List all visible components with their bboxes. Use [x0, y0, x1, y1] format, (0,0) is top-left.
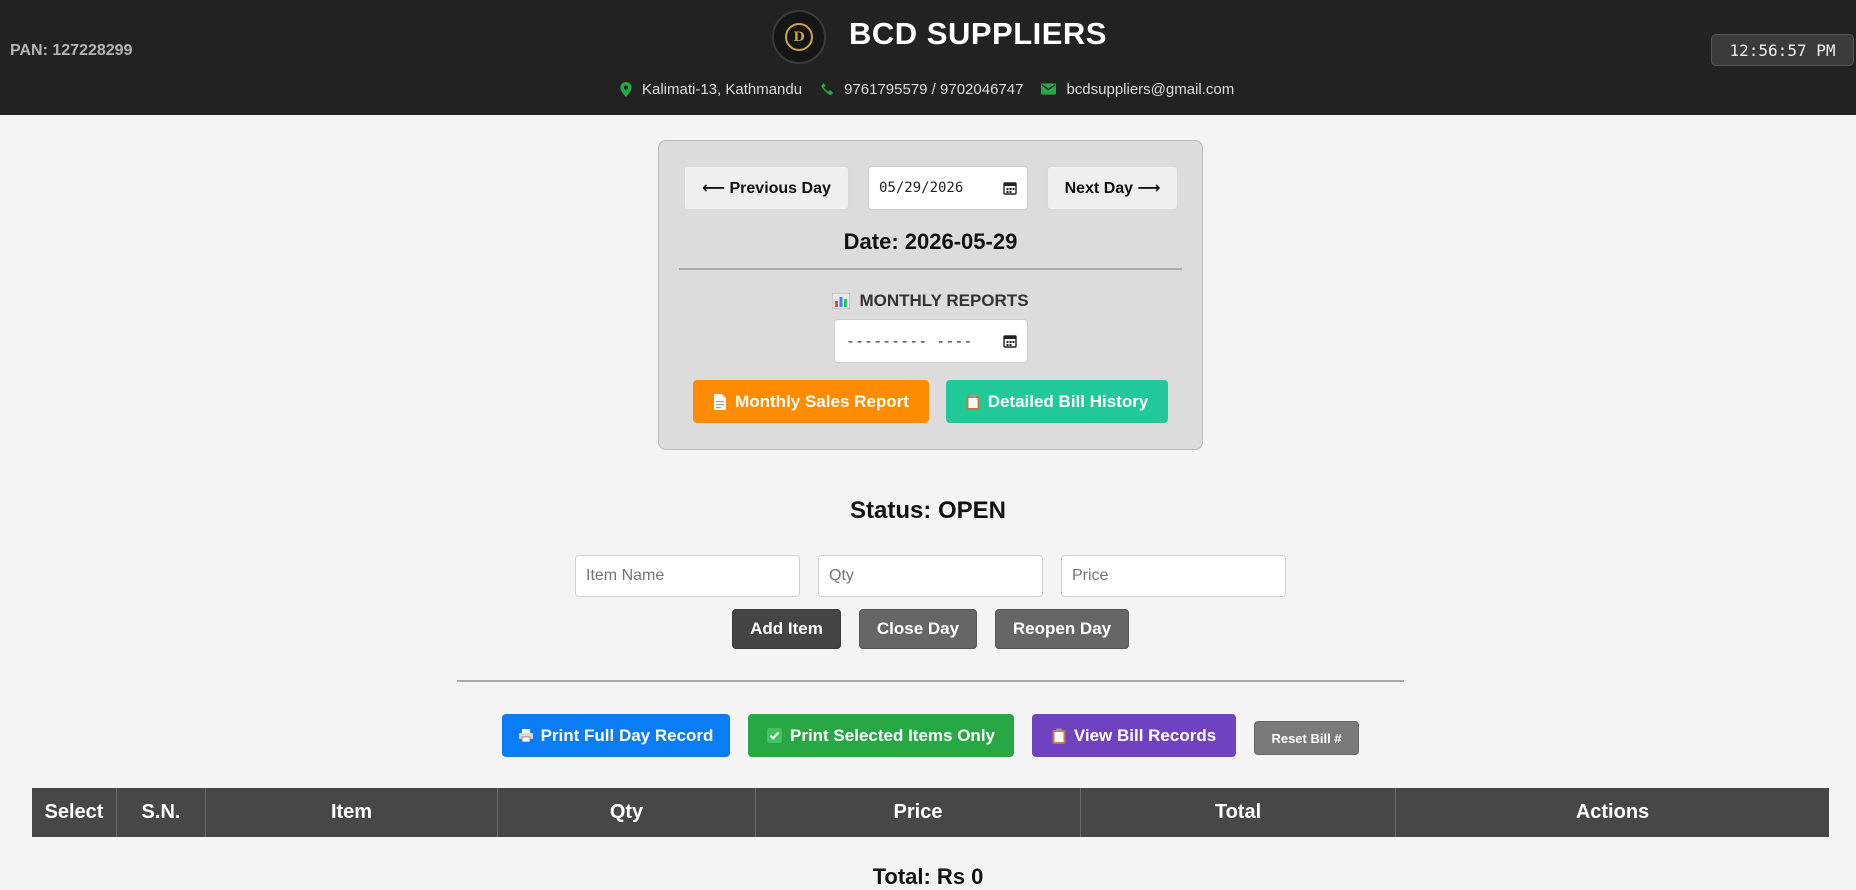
pan-number: PAN: 127228299 [10, 42, 133, 59]
qty-input[interactable]: Qty [818, 555, 1043, 597]
document-icon [714, 393, 727, 410]
column-header-select: Select [32, 788, 117, 837]
print-selected-label: Print Selected Items Only [789, 725, 995, 745]
column-header-sn: S.N. [117, 788, 206, 837]
grand-total: Total: Rs 0 [872, 864, 984, 889]
phone: 9761795579 / 9702046747 [820, 81, 1023, 98]
envelope-icon [1041, 83, 1057, 95]
section-divider [457, 680, 1404, 682]
current-date-heading: Date: 2026-05-29 [843, 229, 1018, 254]
clipboard-icon [1052, 728, 1066, 744]
contact-info: Kalimati-13, Kathmandu 9761795579 / 9702… [620, 79, 1252, 99]
company-name: BCD SUPPLIERS [849, 16, 1107, 51]
previous-day-button[interactable]: ⟵ Previous Day [684, 166, 849, 210]
print-full-day-button[interactable]: Print Full Day Record [502, 714, 730, 757]
item-name-input[interactable]: Item Name [575, 555, 800, 597]
address: Kalimati-13, Kathmandu [620, 81, 802, 98]
column-header-qty: Qty [498, 788, 756, 837]
address-text: Kalimati-13, Kathmandu [642, 80, 803, 98]
view-bill-records-button[interactable]: View Bill Records [1032, 714, 1236, 757]
printer-icon [518, 729, 533, 742]
date-picker-value: 05/29/2026 [879, 180, 964, 196]
monthly-sales-report-button[interactable]: Monthly Sales Report [693, 380, 929, 423]
date-picker-input[interactable]: 05/29/2026 [868, 166, 1028, 210]
month-picker-input[interactable]: --------- ---- [834, 319, 1028, 363]
bar-chart-icon [832, 293, 851, 309]
card-divider [679, 268, 1182, 270]
column-header-item: Item [206, 788, 498, 837]
live-clock: 12:56:57 PM [1711, 34, 1854, 66]
day-status: Status: OPEN [849, 497, 1007, 524]
add-item-button[interactable]: Add Item [732, 609, 841, 649]
month-picker-value: --------- ---- [846, 332, 973, 350]
app-header: PAN: 127228299 D BCD SUPPLIERS Kalimati-… [0, 0, 1856, 115]
phone-text: 9761795579 / 9702046747 [844, 80, 1024, 98]
date-control-card: ⟵ Previous Day 05/29/2026 Next Day ⟶ Dat… [658, 140, 1203, 450]
phone-icon [821, 83, 833, 96]
checkmark-icon [766, 728, 782, 743]
bill-history-label: Detailed Bill History [987, 391, 1149, 411]
company-logo: D [772, 10, 826, 64]
monthly-sales-label: Monthly Sales Report [735, 391, 909, 411]
view-bills-label: View Bill Records [1073, 725, 1217, 745]
location-pin-icon [620, 81, 632, 97]
logo-mark: D [785, 23, 813, 51]
column-header-actions: Actions [1575, 801, 1650, 823]
column-header-price: Price [756, 788, 1081, 837]
calendar-icon[interactable] [1003, 334, 1017, 348]
print-selected-button[interactable]: Print Selected Items Only [748, 714, 1014, 757]
email-text: bcdsuppliers@gmail.com [1066, 80, 1235, 98]
price-input[interactable]: Price [1061, 555, 1286, 597]
monthly-reports-heading: MONTHLY REPORTS [659, 291, 1202, 311]
column-header-total: Total [1081, 788, 1396, 837]
reopen-day-button[interactable]: Reopen Day [995, 609, 1129, 649]
email: bcdsuppliers@gmail.com [1041, 81, 1234, 98]
detailed-bill-history-button[interactable]: Detailed Bill History [946, 380, 1168, 423]
monthly-reports-title: MONTHLY REPORTS [859, 291, 1029, 310]
reset-bill-number-button[interactable]: Reset Bill # [1254, 721, 1359, 755]
clipboard-icon [966, 394, 980, 410]
calendar-icon[interactable] [1003, 181, 1017, 195]
print-full-label: Print Full Day Record [540, 725, 714, 745]
next-day-button[interactable]: Next Day ⟶ [1047, 166, 1178, 210]
items-table-header: Select S.N. Item Qty Price Total Actions [32, 788, 1829, 837]
close-day-button[interactable]: Close Day [859, 609, 977, 649]
